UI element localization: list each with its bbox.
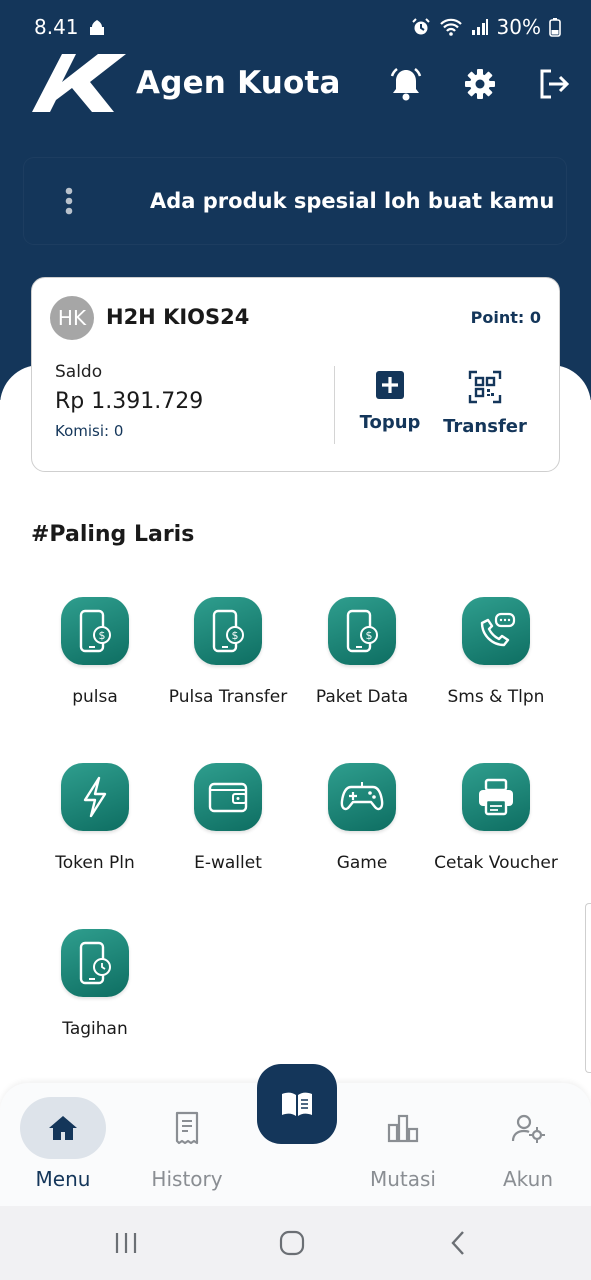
wallet-icon — [194, 763, 262, 831]
gear-icon — [465, 69, 495, 99]
alarm-icon — [411, 17, 431, 37]
notification-button[interactable] — [386, 64, 426, 104]
mosque-icon — [87, 17, 107, 37]
phone-coin-icon: $ — [194, 597, 262, 665]
saldo-value: Rp 1.391.729 — [55, 389, 204, 414]
printer-icon — [462, 763, 530, 831]
product-pulsa-transfer[interactable]: $ Pulsa Transfer — [161, 597, 295, 707]
recent-apps-icon — [115, 1233, 137, 1253]
section-title: #Paling Laris — [31, 522, 195, 547]
gamepad-icon — [328, 763, 396, 831]
qr-code-icon — [468, 370, 502, 404]
transfer-label: Transfer — [443, 416, 527, 437]
komisi-text: Komisi: 0 — [55, 422, 124, 440]
product-paket-data[interactable]: $ Paket Data — [295, 597, 429, 707]
nav-menu-label: Menu — [35, 1167, 91, 1191]
nav-akun[interactable]: Akun — [473, 1097, 583, 1191]
balance-card: HK H2H KIOS24 Point: 0 Saldo Rp 1.391.72… — [31, 277, 560, 472]
vertical-dots-icon — [65, 187, 73, 215]
scrollbar[interactable] — [585, 903, 591, 1073]
svg-text:$: $ — [366, 629, 373, 642]
saldo-label: Saldo — [55, 362, 103, 382]
catalog-fab-button[interactable] — [257, 1064, 337, 1144]
back-chevron-icon — [451, 1231, 464, 1255]
product-label: E-wallet — [194, 853, 262, 873]
system-navigation-bar — [0, 1206, 591, 1280]
phone-clock-icon — [61, 929, 129, 997]
product-label: Pulsa Transfer — [168, 687, 288, 707]
receipt-icon — [175, 1111, 199, 1145]
bar-chart-icon — [387, 1114, 419, 1143]
lightning-icon — [61, 763, 129, 831]
logout-icon — [540, 69, 570, 99]
home-system-button[interactable] — [272, 1228, 312, 1258]
product-label: Game — [336, 853, 388, 873]
open-book-icon — [282, 1092, 312, 1116]
card-divider — [334, 366, 335, 444]
nav-mutasi-label: Mutasi — [369, 1167, 436, 1191]
wifi-icon — [439, 17, 463, 37]
nav-menu[interactable]: Menu — [8, 1097, 118, 1191]
product-sms-tlpn[interactable]: Sms & Tlpn — [429, 597, 563, 707]
nav-history[interactable]: History — [132, 1097, 242, 1191]
nav-mutasi[interactable]: Mutasi — [348, 1097, 458, 1191]
signal-icon — [471, 18, 489, 36]
app-name: Agen Kuota — [136, 65, 341, 101]
product-token-pln[interactable]: Token Pln — [28, 763, 162, 873]
home-circle-icon — [279, 1230, 305, 1256]
logo-mark-icon — [32, 54, 126, 112]
phone-coin-icon: $ — [61, 597, 129, 665]
product-label: Cetak Voucher — [434, 853, 558, 873]
phone-coin-icon: $ — [328, 597, 396, 665]
product-game[interactable]: Game — [295, 763, 429, 873]
topup-label: Topup — [359, 412, 421, 433]
more-options-button[interactable] — [24, 187, 114, 215]
status-time: 8.41 — [34, 15, 79, 39]
product-label: Token Pln — [55, 853, 135, 873]
product-tagihan[interactable]: Tagihan — [28, 929, 162, 1039]
promo-banner[interactable]: Ada produk spesial loh buat kamu — [24, 158, 566, 244]
back-button[interactable] — [438, 1228, 478, 1258]
product-e-wallet[interactable]: E-wallet — [161, 763, 295, 873]
nav-akun-label: Akun — [503, 1167, 553, 1191]
battery-icon — [549, 17, 561, 37]
logout-button[interactable] — [534, 64, 574, 104]
point-badge: Point: 0 — [470, 308, 541, 327]
plus-square-icon — [376, 371, 404, 399]
battery-level: 30% — [496, 15, 541, 39]
svg-text:$: $ — [232, 629, 239, 642]
recent-apps-button[interactable] — [106, 1228, 146, 1258]
promo-text: Ada produk spesial loh buat kamu — [150, 189, 555, 213]
avatar: HK — [50, 296, 94, 340]
phone-chat-icon — [462, 597, 530, 665]
svg-text:$: $ — [99, 629, 106, 642]
product-label: Paket Data — [315, 687, 409, 707]
account-name: H2H KIOS24 — [106, 305, 250, 329]
bell-icon — [390, 67, 422, 101]
product-label: Tagihan — [62, 1019, 128, 1039]
product-label: Sms & Tlpn — [447, 687, 545, 707]
topup-button[interactable]: Topup — [345, 370, 435, 433]
app-logo: Agen Kuota — [32, 52, 341, 114]
nav-history-label: History — [151, 1167, 223, 1191]
product-cetak-voucher[interactable]: Cetak Voucher — [429, 763, 563, 873]
user-settings-icon — [511, 1114, 545, 1143]
settings-button[interactable] — [460, 64, 500, 104]
status-bar: 8.41 30% — [34, 12, 561, 42]
transfer-button[interactable]: Transfer — [440, 370, 530, 437]
product-pulsa[interactable]: $ pulsa — [28, 597, 162, 707]
home-icon — [49, 1116, 77, 1140]
product-label: pulsa — [72, 687, 118, 707]
